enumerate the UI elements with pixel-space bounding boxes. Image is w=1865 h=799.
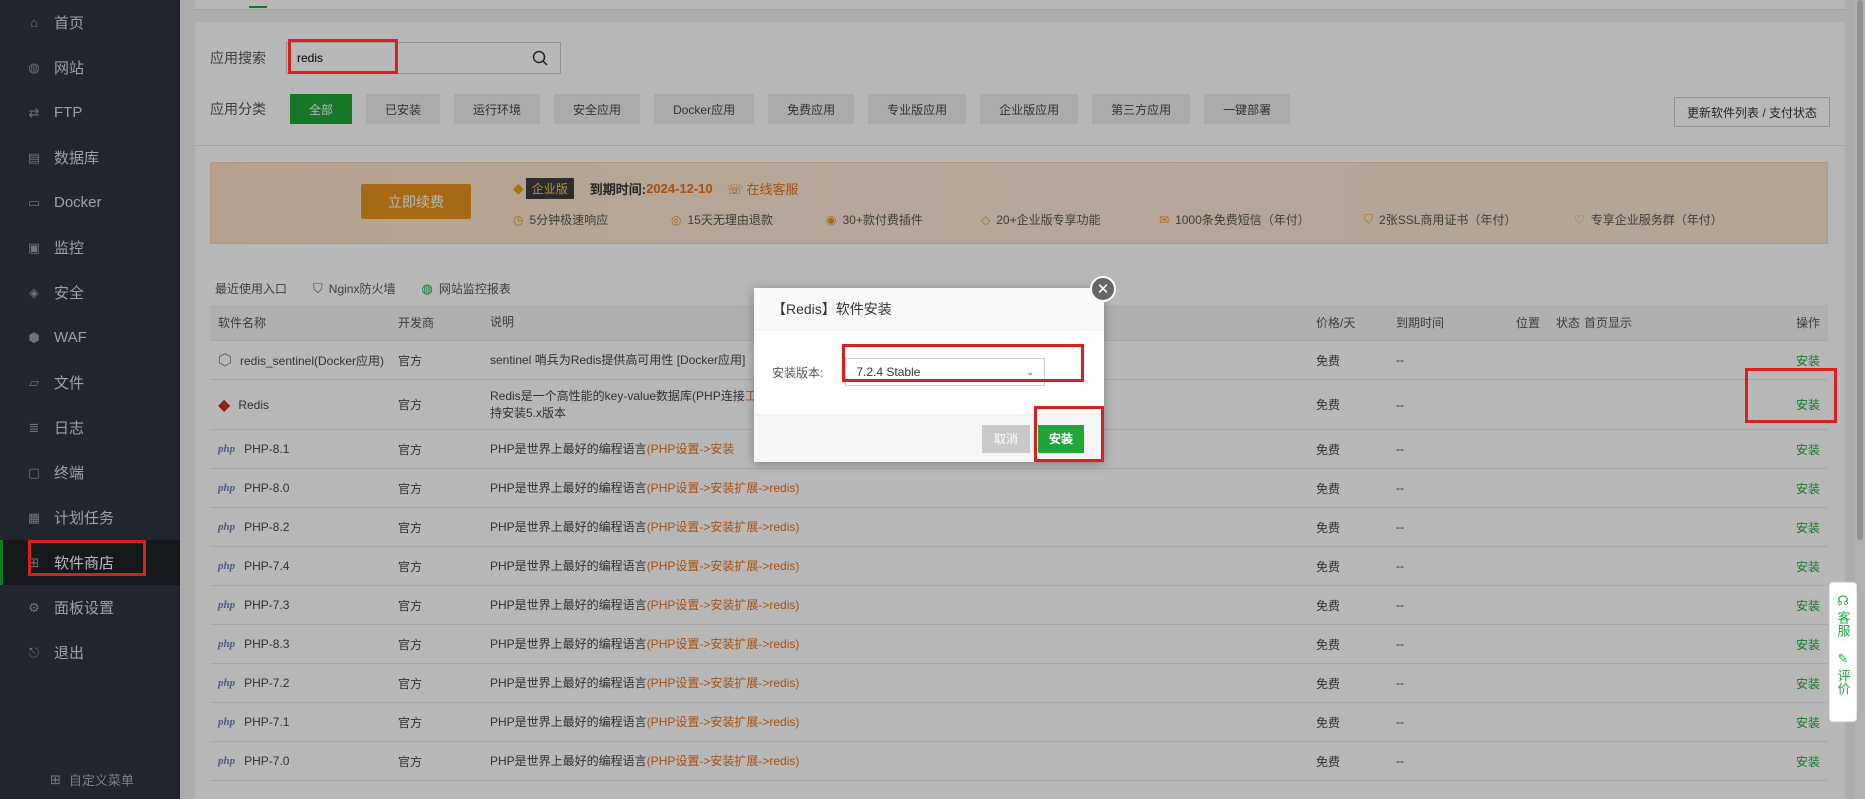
edit-icon: ✎ — [1837, 651, 1849, 666]
dialog-footer: 取消 安装 — [754, 414, 1104, 462]
close-icon[interactable]: ✕ — [1090, 276, 1116, 302]
chevron-down-icon: ⌄ — [1025, 366, 1035, 378]
float-toolbar: ☊ 客服 ✎ 评价 — [1829, 582, 1857, 722]
customer-service-button[interactable]: 客服 — [1834, 611, 1853, 637]
version-label: 安装版本: — [772, 365, 824, 380]
dialog-body: 安装版本: 7.2.4 Stable ⌄ — [754, 330, 1104, 414]
review-button[interactable]: 评价 — [1834, 669, 1853, 695]
cancel-button[interactable]: 取消 — [982, 424, 1030, 453]
version-select[interactable]: 7.2.4 Stable ⌄ — [845, 358, 1046, 386]
headset-icon: ☊ — [1837, 593, 1849, 608]
dialog-title: 【Redis】软件安装 — [754, 288, 1104, 330]
install-dialog: 【Redis】软件安装 ✕ 安装版本: 7.2.4 Stable ⌄ 取消 安装 — [754, 276, 1116, 462]
version-value: 7.2.4 Stable — [856, 365, 921, 379]
install-button[interactable]: 安装 — [1038, 424, 1084, 453]
